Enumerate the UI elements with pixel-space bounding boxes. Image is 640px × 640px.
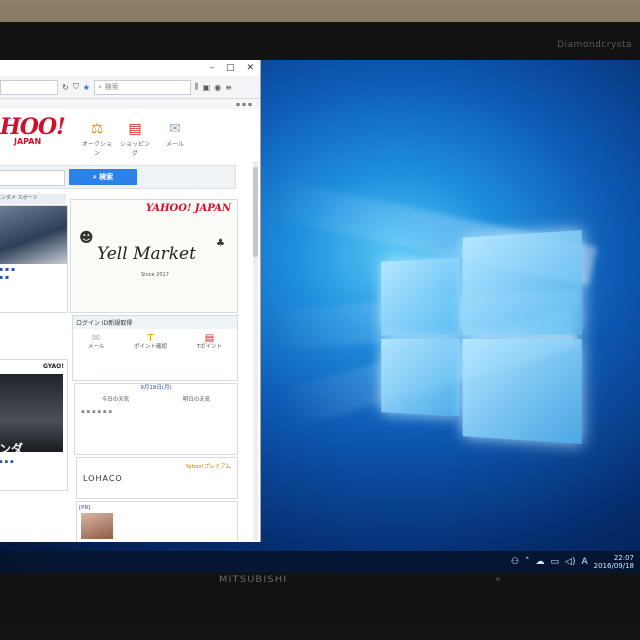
promo-panel[interactable]: YAHOO! JAPAN Yell Market Since 2017 ☻ ♣ bbox=[70, 199, 238, 313]
yahoo-logo[interactable]: HOO! bbox=[0, 116, 66, 138]
yahoo-page: HOO! JAPAN ⚖ オークション ▤ ショッピング ✉ メール ⌕ 検索 … bbox=[0, 109, 260, 542]
browser-toolbar: ↻ ⛉ ★ ⌕ 検索 ⫼ ▣ ◉ ≡ bbox=[0, 76, 260, 99]
auction-icon: ⚖ bbox=[90, 121, 104, 137]
search-button-label: 検索 bbox=[99, 173, 114, 181]
tpoint-icon: T bbox=[147, 333, 154, 344]
gyao-panel[interactable]: GYAO! ンダ ▪ ▪ ▪ bbox=[0, 359, 68, 491]
clock[interactable]: 22:07 2016/09/18 bbox=[594, 554, 634, 570]
news-tabs[interactable]: エンタメ スポーツ bbox=[0, 194, 66, 204]
yahoo-search-button[interactable]: ⌕ 検索 bbox=[69, 169, 137, 185]
tree-icon: ♣ bbox=[216, 238, 225, 249]
maximize-button[interactable]: □ bbox=[226, 63, 235, 73]
login-icon-label: Tポイント bbox=[196, 344, 223, 350]
news-caption[interactable]: ▪ ▪ ▪ ▪ ▪ bbox=[0, 264, 67, 284]
search-input[interactable]: ⌕ 検索 bbox=[93, 79, 191, 95]
onedrive-icon[interactable]: ☁ bbox=[536, 557, 545, 567]
library-icon[interactable]: ⫼ bbox=[195, 82, 199, 92]
login-tpoint[interactable]: ▤ Tポイント bbox=[196, 333, 223, 351]
logo-pane bbox=[462, 230, 582, 336]
bookmark-star-icon[interactable]: ★ bbox=[83, 83, 90, 92]
monitor-brand-top: Diamondcrysta bbox=[557, 40, 632, 50]
login-points[interactable]: T ポイント確認 bbox=[134, 333, 168, 351]
browser-titlebar[interactable]: – □ ✕ bbox=[0, 60, 260, 76]
login-mail[interactable]: ✉ メール bbox=[87, 333, 105, 351]
shield-icon[interactable]: ⛉ bbox=[73, 82, 79, 92]
pr-panel[interactable]: [PR] bbox=[76, 501, 238, 542]
yahoo-search-input[interactable] bbox=[0, 170, 65, 186]
ime-icon[interactable]: A bbox=[581, 557, 587, 567]
taskbar: ⚇ ˄ ☁ ▭ ◁) A 22:07 2016/09/18 bbox=[0, 551, 640, 573]
service-label: ショッピング bbox=[120, 141, 151, 157]
scrollbar-thumb[interactable] bbox=[253, 167, 258, 257]
service-label: メール bbox=[165, 141, 184, 148]
search-icon: ⌕ bbox=[97, 82, 102, 91]
desktop-screen: – □ ✕ ↻ ⛉ ★ ⌕ 検索 ⫼ ▣ ◉ ≡ ▪ ▪ ▪ HOO! JAPA… bbox=[0, 60, 640, 573]
gyao-label: GYAO! bbox=[42, 363, 64, 370]
people-icon[interactable]: ⚇ bbox=[511, 557, 519, 567]
menu-icon[interactable]: ≡ bbox=[225, 83, 232, 92]
close-button[interactable]: ✕ bbox=[246, 63, 254, 73]
service-auction[interactable]: ⚖ オークション bbox=[82, 121, 112, 157]
bookmark-item[interactable]: ▪ ▪ ▪ bbox=[236, 101, 252, 108]
service-mail[interactable]: ✉ メール bbox=[160, 121, 190, 148]
bookmarks-bar: ▪ ▪ ▪ bbox=[0, 99, 260, 109]
system-tray: ⚇ ˄ ☁ ▭ ◁) A 22:07 2016/09/18 bbox=[511, 554, 634, 570]
browser-window[interactable]: – □ ✕ ↻ ⛉ ★ ⌕ 検索 ⫼ ▣ ◉ ≡ ▪ ▪ ▪ HOO! JAPA… bbox=[0, 60, 261, 542]
shopping-icon: ▤ bbox=[128, 121, 142, 137]
mail-icon: ✉ bbox=[91, 333, 101, 344]
gyao-title-art: ンダ bbox=[0, 442, 24, 456]
lohaco-logo: LOHACO bbox=[83, 474, 123, 483]
reload-icon[interactable]: ↻ bbox=[62, 83, 69, 92]
login-icon-label: ポイント確認 bbox=[134, 344, 168, 350]
gyao-caption: ▪ ▪ ▪ bbox=[0, 459, 14, 465]
login-header[interactable]: ログイン ID新規取得 bbox=[73, 316, 237, 329]
minimize-button[interactable]: – bbox=[209, 63, 214, 73]
news-panel[interactable]: ▪ ▪ ▪ ▪ ▪ bbox=[0, 205, 68, 313]
search-placeholder: 検索 bbox=[104, 83, 119, 91]
search-area: ⌕ 検索 bbox=[0, 165, 236, 189]
logo-pane bbox=[462, 338, 582, 444]
windows-logo bbox=[381, 230, 582, 444]
sidebar-icon[interactable]: ▣ bbox=[203, 83, 211, 92]
logo-pane bbox=[381, 338, 460, 417]
login-icon-label: メール bbox=[87, 344, 105, 350]
login-panel: ログイン ID新規取得 ✉ メール T ポイント確認 ▤ Tポイント bbox=[72, 315, 238, 381]
pr-photo bbox=[81, 513, 113, 539]
clock-time: 22:07 bbox=[613, 554, 634, 562]
weather-tomorrow[interactable]: 明日の天気 bbox=[183, 396, 211, 404]
account-icon[interactable]: ◉ bbox=[214, 83, 221, 92]
login-icons: ✉ メール T ポイント確認 ▤ Tポイント bbox=[73, 329, 237, 351]
weather-detail: ▪ ▪ ▪ ▪ ▪ ▪ bbox=[81, 409, 113, 415]
premium-label: Yahoo!プレミアム bbox=[185, 464, 231, 470]
weather-panel: 9月18日(月) 今日の天気 明日の天気 ▪ ▪ ▪ ▪ ▪ ▪ bbox=[74, 383, 238, 455]
clock-date: 2016/09/18 bbox=[593, 562, 634, 570]
mail-icon: ✉ bbox=[169, 121, 181, 137]
monitor-brand-bottom: MITSUBISHI bbox=[218, 575, 288, 585]
service-shopping[interactable]: ▤ ショッピング bbox=[120, 121, 150, 157]
logo-pane bbox=[381, 257, 460, 336]
news-photo bbox=[0, 206, 67, 264]
power-led bbox=[496, 577, 500, 581]
promo-date: Since 2017 bbox=[141, 272, 169, 278]
volume-icon[interactable]: ◁) bbox=[565, 557, 575, 567]
weather-today[interactable]: 今日の天気 bbox=[102, 396, 130, 404]
network-icon[interactable]: ▭ bbox=[551, 557, 560, 567]
mascot-icon: ☻ bbox=[79, 230, 94, 246]
weather-date: 9月18日(月) bbox=[140, 385, 172, 391]
yahoo-logo-sub: JAPAN bbox=[14, 137, 42, 146]
coupon-icon: ▤ bbox=[204, 333, 215, 344]
address-bar[interactable] bbox=[0, 79, 58, 95]
weather-row: 今日の天気 明日の天気 bbox=[75, 392, 237, 404]
service-label: オークション bbox=[82, 141, 113, 157]
lohaco-panel[interactable]: LOHACO Yahoo!プレミアム bbox=[76, 457, 238, 499]
promo-title: Yell Market bbox=[97, 244, 196, 264]
promo-yahoo-label: YAHOO! JAPAN bbox=[145, 203, 231, 214]
chevron-up-icon[interactable]: ˄ bbox=[525, 557, 530, 567]
